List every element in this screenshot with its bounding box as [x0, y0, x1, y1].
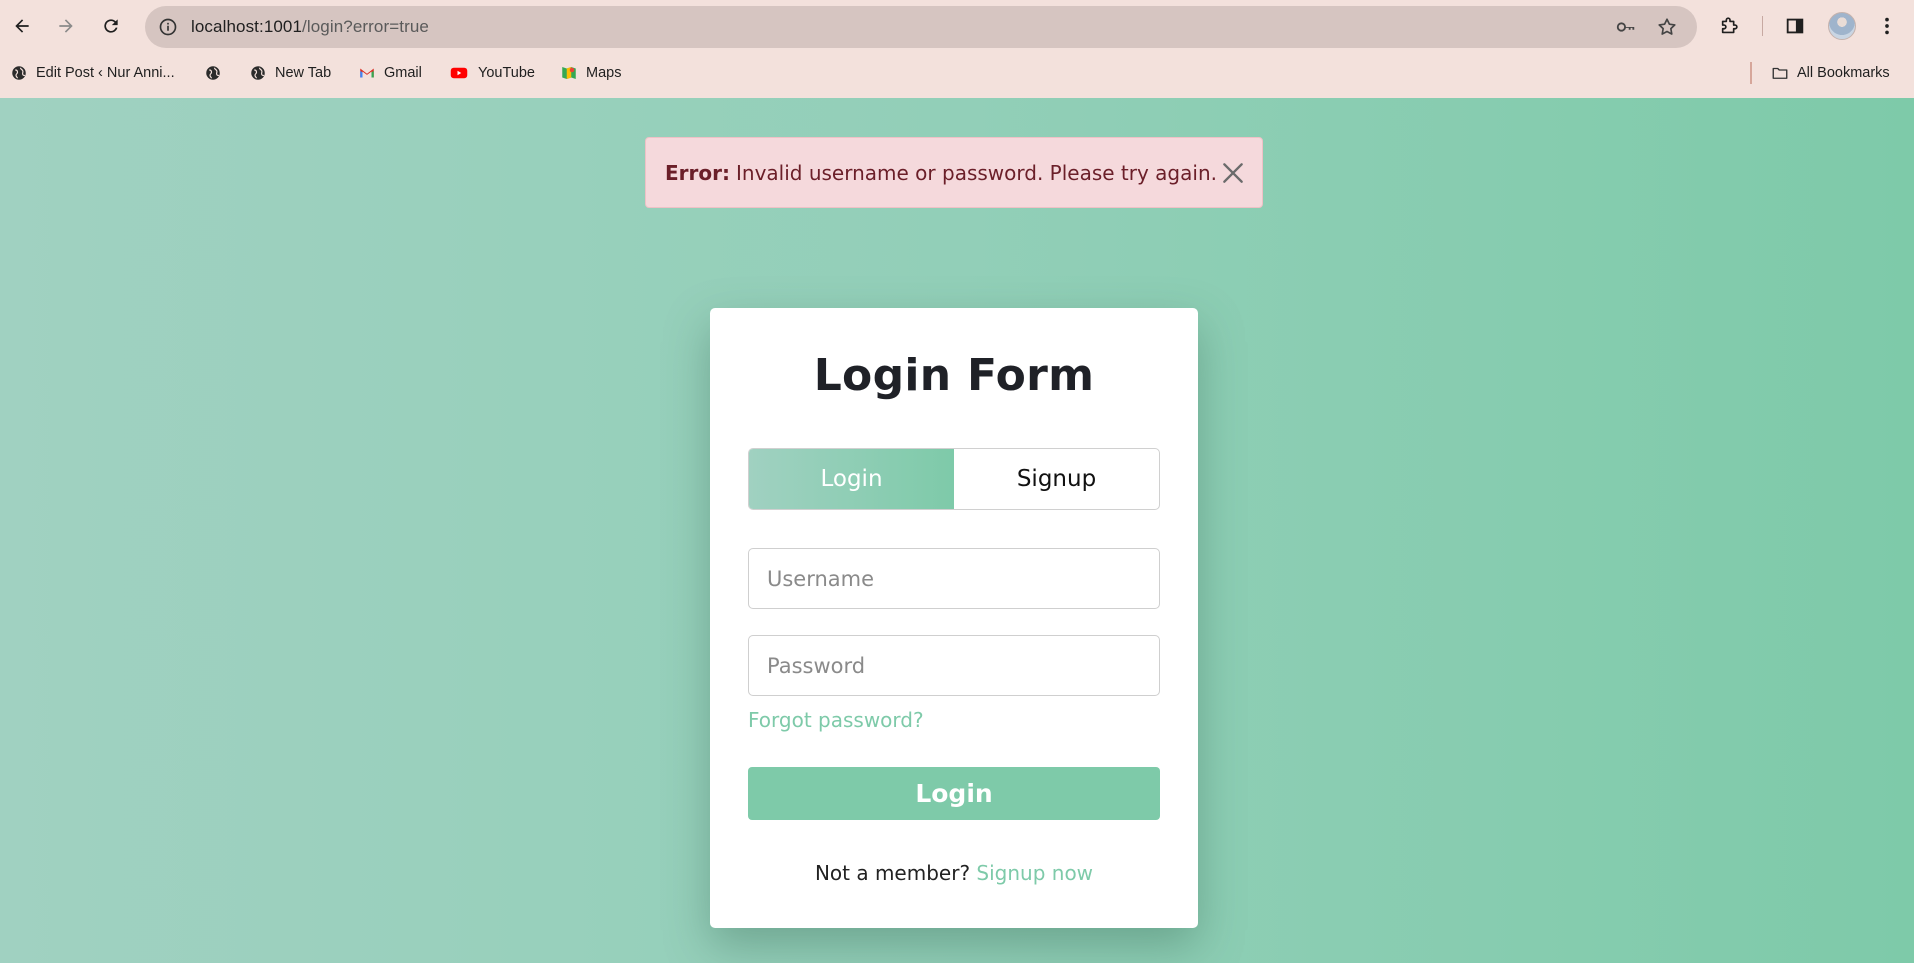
tab-login[interactable]: Login: [749, 449, 954, 509]
bookmark-gmail[interactable]: Gmail: [358, 60, 422, 86]
forgot-password-link[interactable]: Forgot password?: [748, 708, 924, 732]
folder-icon: [1771, 64, 1789, 82]
bookmark-label: Gmail: [384, 65, 422, 81]
bookmark-new-tab[interactable]: New Tab: [249, 60, 331, 86]
star-icon: [1658, 18, 1676, 35]
info-icon: [159, 18, 177, 36]
alert-prefix: Error:: [665, 160, 730, 185]
url-text[interactable]: localhost:1001/login?error=true: [191, 17, 429, 37]
login-card: Login Form Login Signup Forgot password?…: [710, 308, 1198, 928]
login-submit-button[interactable]: Login: [748, 767, 1160, 820]
maps-icon: [560, 64, 578, 82]
kebab-menu-icon: [1885, 17, 1889, 35]
error-alert: Error: Invalid username or password. Ple…: [645, 137, 1263, 208]
browser-menu-button[interactable]: [1871, 10, 1903, 42]
bookmark-label: New Tab: [275, 65, 332, 81]
reload-icon: [104, 19, 118, 33]
url-path: /login?error=true: [302, 17, 429, 36]
arrow-right-icon: [59, 19, 73, 33]
password-key-button[interactable]: [1613, 14, 1639, 40]
globe-icon: [204, 64, 222, 82]
reload-button[interactable]: [93, 8, 129, 44]
alert-close-button[interactable]: [1220, 160, 1246, 186]
bookmarks-separator: [1750, 62, 1752, 84]
globe-icon: [249, 64, 267, 82]
all-bookmarks-button[interactable]: All Bookmarks: [1771, 60, 1890, 86]
bookmark-maps[interactable]: Maps: [560, 60, 621, 86]
page-background: Error: Invalid username or password. Ple…: [0, 98, 1914, 963]
gmail-icon: [358, 64, 376, 82]
puzzle-icon: [1721, 17, 1738, 34]
bookmark-globe[interactable]: [204, 60, 230, 86]
bookmarks-bar: Edit Post ‹ Nur Anni... New Tab Gmail Yo…: [0, 56, 1914, 90]
bookmark-label: Edit Post ‹ Nur Anni...: [36, 65, 175, 81]
signup-prompt-line: Not a member? Signup now: [710, 861, 1198, 885]
bookmark-label: Maps: [586, 65, 622, 81]
side-panel-icon: [1786, 18, 1804, 34]
profile-avatar[interactable]: [1828, 12, 1856, 40]
url-host: localhost:1001: [191, 17, 303, 36]
signup-prompt: Not a member?: [814, 861, 971, 885]
side-panel-button[interactable]: [1779, 10, 1811, 42]
bookmark-label: YouTube: [478, 65, 535, 81]
tab-signup[interactable]: Signup: [954, 449, 1159, 509]
key-icon: [1616, 22, 1635, 32]
forward-button[interactable]: [48, 8, 84, 44]
all-bookmarks-label: All Bookmarks: [1797, 65, 1890, 81]
address-bar[interactable]: localhost:1001/login?error=true: [145, 6, 1697, 48]
extensions-button[interactable]: [1714, 10, 1746, 42]
youtube-icon: [448, 64, 470, 82]
globe-icon: [10, 64, 28, 82]
form-title: Login Form: [813, 350, 1095, 401]
bookmark-star-button[interactable]: [1654, 14, 1680, 40]
close-icon: [1223, 163, 1243, 183]
form-switch: Login Signup: [748, 448, 1160, 510]
back-button[interactable]: [4, 8, 40, 44]
bookmark-youtube[interactable]: YouTube: [448, 60, 535, 86]
browser-chrome: localhost:1001/login?error=true Edit Pos…: [0, 0, 1914, 98]
alert-message: Invalid username or password. Please try…: [736, 160, 1217, 185]
signup-now-link[interactable]: Signup now: [976, 861, 1093, 885]
arrow-left-icon: [15, 19, 29, 33]
username-input[interactable]: [748, 548, 1160, 609]
toolbar-separator: [1762, 16, 1763, 36]
password-input[interactable]: [748, 635, 1160, 696]
site-info-button[interactable]: [153, 12, 183, 42]
bookmark-edit-post[interactable]: Edit Post ‹ Nur Anni...: [10, 60, 175, 86]
